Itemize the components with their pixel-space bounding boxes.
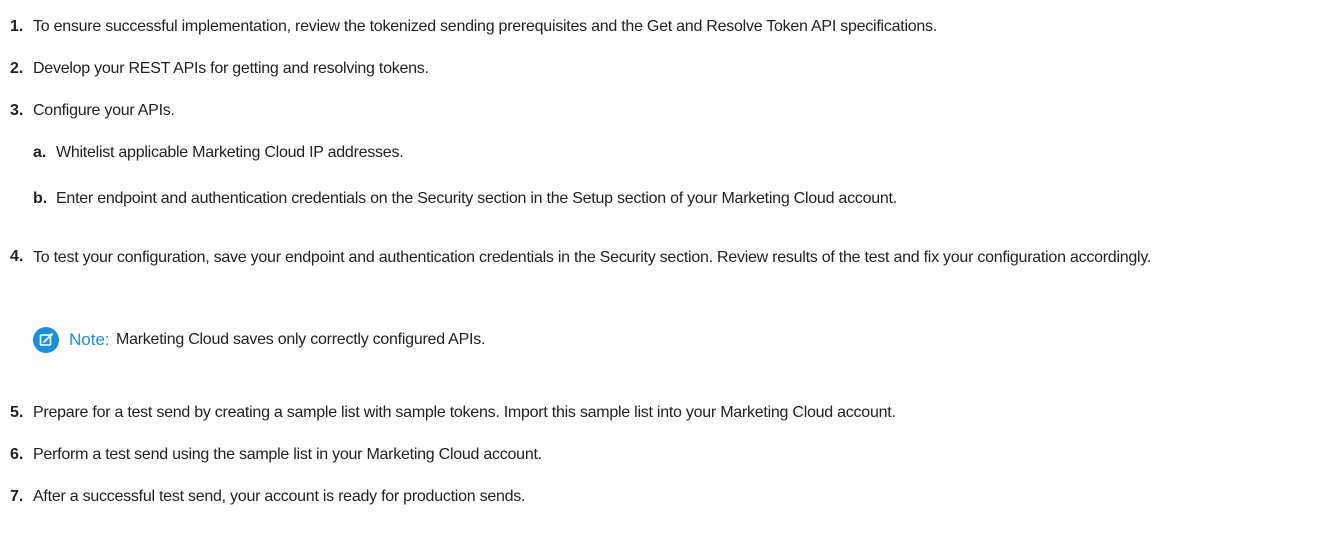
step-number: 7. (10, 488, 24, 505)
substep-text: Enter endpoint and authentication creden… (56, 190, 897, 207)
substep-letter: b. (33, 190, 48, 207)
step-text: After a successful test send, your accou… (33, 488, 526, 505)
substep-letter: a. (33, 144, 47, 161)
substep-text: Whitelist applicable Marketing Cloud IP … (56, 144, 404, 161)
step-text: Prepare for a test send by creating a sa… (33, 404, 896, 421)
step-number: 6. (10, 446, 24, 463)
step-number: 1. (10, 18, 24, 35)
note-icon (33, 327, 59, 353)
step-number: 5. (10, 404, 24, 421)
step-text: To test your configuration, save your en… (33, 249, 1152, 266)
step-text: Configure your APIs. (33, 102, 175, 119)
step-number: 4. (10, 248, 24, 265)
step-number: 3. (10, 102, 24, 119)
note-label: Note: (69, 330, 110, 349)
step-text: Develop your REST APIs for getting and r… (33, 60, 429, 77)
note-text: Marketing Cloud saves only correctly con… (116, 331, 486, 348)
step-text: To ensure successful implementation, rev… (33, 18, 937, 35)
step-number: 2. (10, 60, 24, 77)
step-text: Perform a test send using the sample lis… (33, 446, 542, 463)
